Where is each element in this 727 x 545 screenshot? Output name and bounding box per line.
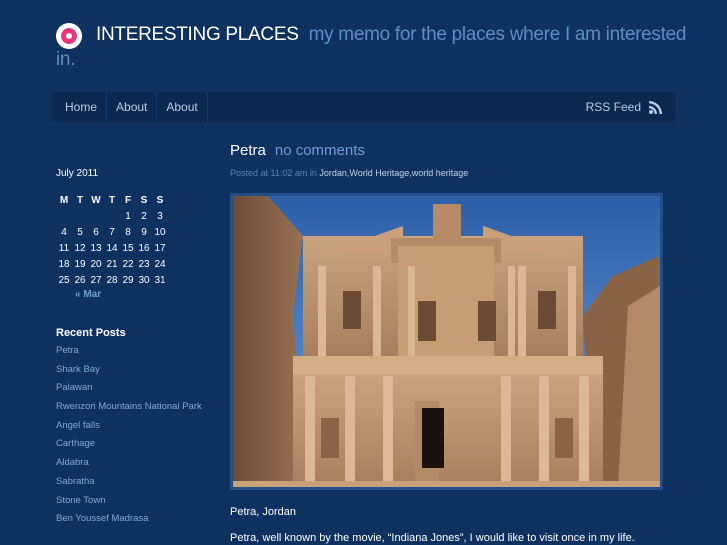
recent-posts-title: Recent Posts: [56, 327, 126, 339]
calendar-caption: July 2011: [56, 168, 99, 179]
calendar-day: 30: [138, 274, 150, 286]
post-meta-prefix: Posted at 11:02 am in: [230, 168, 317, 178]
calendar-week: 11 12 13 14 15 16 17: [56, 240, 168, 256]
calendar-day: 2: [141, 210, 147, 222]
post-image[interactable]: [230, 193, 663, 490]
calendar-day: 16: [138, 242, 150, 254]
calendar-day: 15: [122, 242, 134, 254]
weekday-tue: T: [76, 194, 84, 206]
calendar-day: [56, 208, 72, 224]
post-title[interactable]: Petra: [230, 142, 266, 159]
post-caption: Petra, Jordan: [230, 506, 297, 518]
calendar-day: 6: [93, 226, 99, 238]
nav-item-about[interactable]: About: [107, 92, 158, 122]
calendar-week: 4 5 6 7 8 9 10: [56, 224, 168, 240]
recent-post-link[interactable]: Petra: [56, 342, 221, 361]
calendar-day: 12: [74, 242, 86, 254]
weekday-sat: S: [140, 194, 148, 206]
recent-post-link[interactable]: Sabratha: [56, 473, 221, 492]
weekday-thu: T: [108, 194, 116, 206]
calendar-day: 21: [106, 258, 118, 270]
recent-posts-list: Petra Shark Bay Palawan Rwenzori Mountai…: [56, 342, 221, 529]
recent-post-link[interactable]: Aldabra: [56, 454, 221, 473]
calendar-day: [88, 208, 104, 224]
petra-photo: [233, 196, 660, 487]
weekday-fri: F: [124, 194, 132, 206]
post-categories[interactable]: Jordan,World Heritage,world heritage: [319, 168, 468, 178]
calendar-prev-link[interactable]: « Mar: [56, 289, 221, 300]
calendar-day: 9: [141, 226, 147, 238]
calendar-day: 19: [74, 258, 86, 270]
calendar-day: 20: [90, 258, 102, 270]
calendar-day: 18: [58, 258, 70, 270]
main-nav: Home About About RSS Feed: [52, 92, 675, 122]
weekday-sun: S: [156, 194, 164, 206]
calendar-day: [72, 208, 88, 224]
calendar-weekday-row: M T W T F S S: [56, 192, 168, 208]
site-header: INTERESTING PLACES my memo for the places…: [56, 22, 696, 72]
calendar-day: 22: [122, 258, 134, 270]
recent-post-link[interactable]: Stone Town: [56, 492, 221, 511]
calendar-week: 18 19 20 21 22 23 24: [56, 256, 168, 272]
weekday-mon: M: [59, 194, 69, 206]
recent-post-link[interactable]: Palawan: [56, 379, 221, 398]
post-comments-link[interactable]: no comments: [275, 142, 365, 159]
rss-feed-link[interactable]: RSS Feed: [586, 92, 663, 122]
page: INTERESTING PLACES my memo for the places…: [0, 0, 727, 545]
calendar-day: 1: [125, 210, 131, 222]
calendar-day: 29: [122, 274, 134, 286]
calendar-day: 25: [58, 274, 70, 286]
recent-post-link[interactable]: Angel falls: [56, 417, 221, 436]
post: Petra no comments Posted at 11:02 am in J…: [230, 140, 670, 544]
post-body: Petra, well known by the movie, “Indiana…: [230, 532, 635, 544]
rss-feed-label[interactable]: RSS Feed: [586, 100, 641, 114]
calendar: M T W T F S S 1 2 3 4 5 6 7 8 9 10 11 12…: [56, 192, 168, 288]
recent-post-link[interactable]: Rwenzori Mountains National Park: [56, 398, 221, 417]
calendar-day: 4: [61, 226, 67, 238]
calendar-day: 24: [154, 258, 166, 270]
calendar-day: 27: [90, 274, 102, 286]
calendar-day: 13: [90, 242, 102, 254]
calendar-day: 10: [154, 226, 166, 238]
calendar-day: 11: [58, 242, 70, 254]
post-meta: Posted at 11:02 am in Jordan,World Herit…: [230, 168, 670, 178]
recent-post-link[interactable]: Carthage: [56, 435, 221, 454]
nav-item-about-2[interactable]: About: [157, 92, 208, 122]
calendar-day: 28: [106, 274, 118, 286]
calendar-day: 8: [125, 226, 131, 238]
site-title[interactable]: INTERESTING PLACES: [96, 24, 299, 45]
calendar-week: 1 2 3: [56, 208, 168, 224]
calendar-day: 31: [154, 274, 166, 286]
calendar-day: 7: [109, 226, 115, 238]
calendar-day: 3: [157, 210, 163, 222]
recent-post-link[interactable]: Shark Bay: [56, 361, 221, 380]
calendar-day: 23: [138, 258, 150, 270]
nav-item-home[interactable]: Home: [52, 92, 108, 122]
calendar-day: 17: [154, 242, 166, 254]
calendar-day: 14: [106, 242, 118, 254]
calendar-day: 5: [77, 226, 83, 238]
calendar-day: 26: [74, 274, 86, 286]
sidebar: July 2011 M T W T F S S 1 2 3 4 5 6 7 8 …: [56, 168, 221, 529]
logo-icon[interactable]: [56, 23, 82, 49]
rss-icon[interactable]: [649, 100, 663, 114]
recent-post-link[interactable]: Ben Youssef Madrasa: [56, 510, 221, 529]
header-text: INTERESTING PLACES my memo for the places…: [56, 22, 696, 72]
post-header: Petra no comments: [230, 140, 670, 162]
calendar-day: [104, 208, 120, 224]
weekday-wed: W: [91, 194, 101, 206]
calendar-week: 25 26 27 28 29 30 31: [56, 272, 168, 288]
